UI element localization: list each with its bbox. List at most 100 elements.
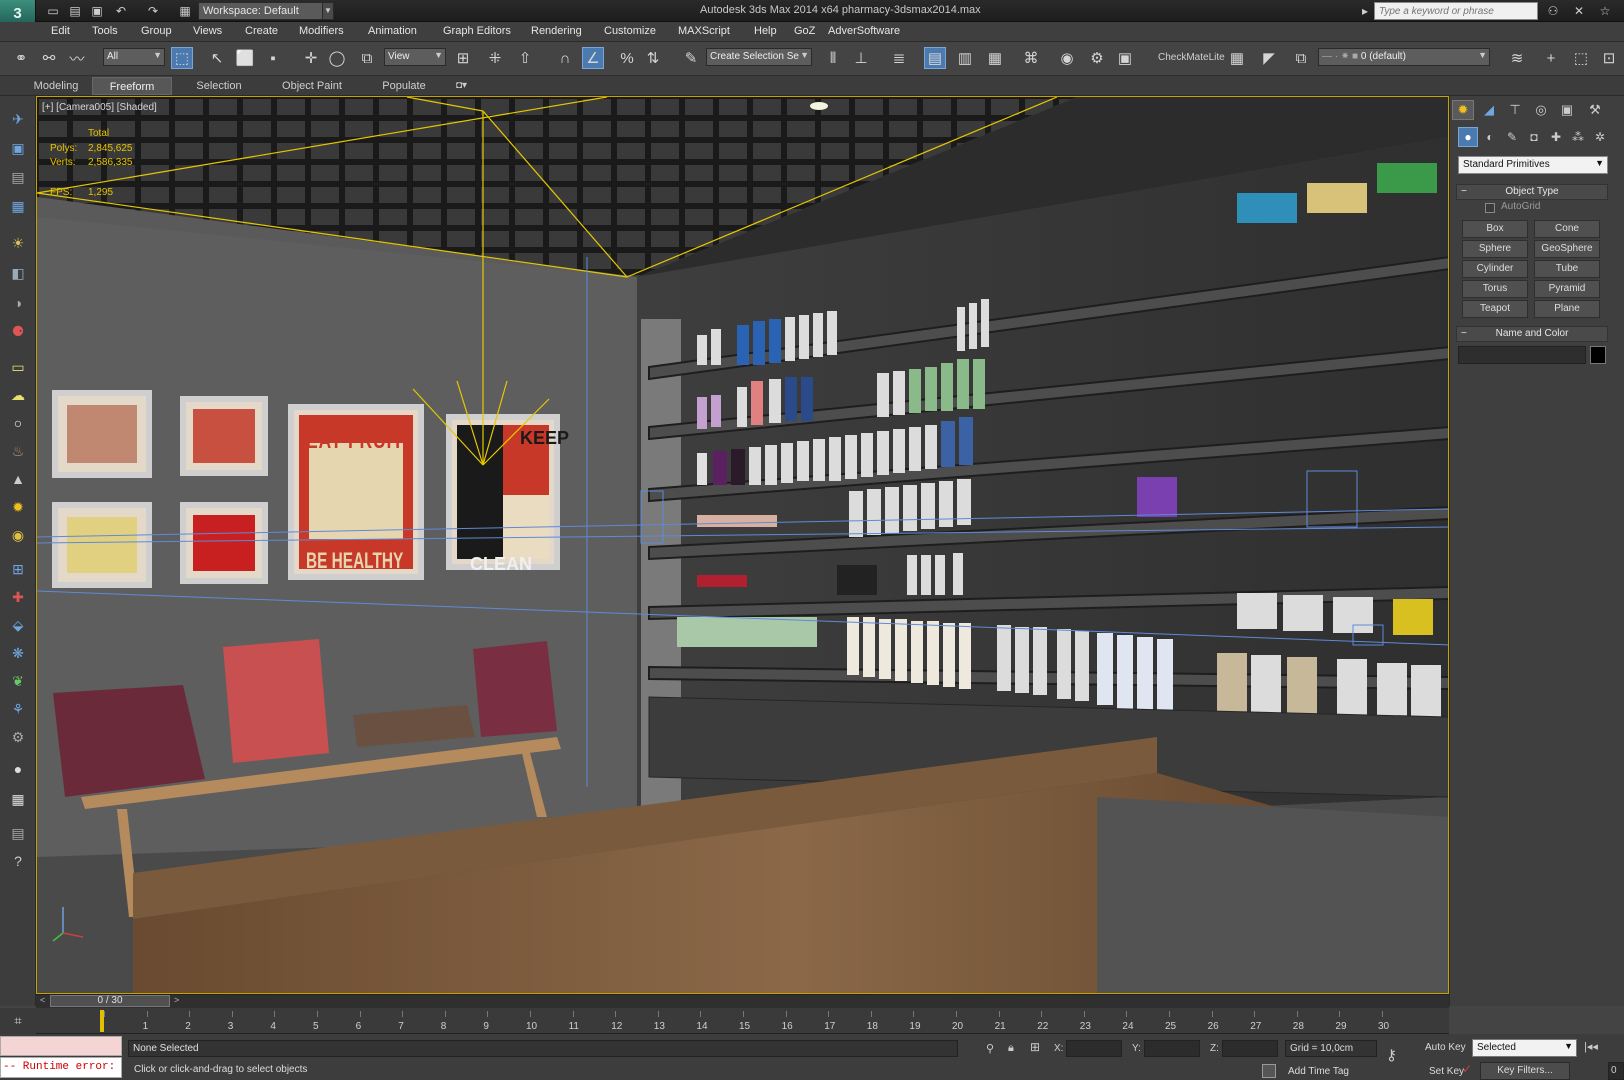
helpers-icon[interactable]: ✚ [1546, 127, 1566, 147]
time-tag-icon[interactable] [1262, 1064, 1276, 1078]
key-filters-button[interactable]: Key Filters... [1480, 1062, 1570, 1080]
box-button[interactable]: Box [1462, 220, 1528, 238]
checkmate-icon[interactable]: ▦ [1226, 47, 1248, 69]
camera-icon[interactable]: ◧ [6, 262, 30, 284]
viewport-icon[interactable]: ▣ [6, 137, 30, 159]
hierarchy-tab-icon[interactable]: ⊤ [1504, 100, 1526, 120]
runtime-error-output[interactable]: -- Runtime error: [0, 1057, 122, 1078]
sphere-button[interactable]: Sphere [1462, 240, 1528, 258]
workspace-dropdown[interactable]: Workspace: Default [198, 2, 328, 20]
select-move-icon[interactable]: ✛ [300, 47, 322, 69]
render-setup-icon[interactable]: ⚙ [1086, 47, 1108, 69]
binoculars-icon[interactable]: ⚇ [1544, 3, 1562, 19]
default-key-icon[interactable]: ✓ [1462, 1062, 1472, 1076]
object-name-input[interactable] [1458, 346, 1586, 364]
window-crossing-icon[interactable]: ▪ [262, 47, 284, 69]
sphere-gold-icon[interactable]: ◉ [6, 524, 30, 546]
bone-icon[interactable]: ✚ [6, 586, 30, 608]
render-frame-icon[interactable]: ▣ [1114, 47, 1136, 69]
menu-rendering[interactable]: Rendering [531, 25, 582, 37]
motion-tab-icon[interactable]: ◎ [1530, 100, 1552, 120]
toggle-scene-explorer-icon[interactable]: ▤ [924, 47, 946, 69]
viewport-label[interactable]: [+] [Camera005] [Shaded] [42, 102, 157, 113]
light-icon[interactable]: ☀ [6, 232, 30, 254]
curve-editor-icon[interactable]: ▦ [984, 47, 1006, 69]
menu-modifiers[interactable]: Modifiers [299, 25, 344, 37]
rotate-view-icon[interactable]: ◑ [6, 292, 30, 314]
rectangular-selection-icon[interactable]: ⬜ [234, 47, 256, 69]
torus-button[interactable]: Torus [1462, 280, 1528, 298]
gear-tool-icon[interactable]: ⚙ [6, 726, 30, 748]
grid-tool-icon[interactable]: ⊞ [6, 558, 30, 580]
save-file-icon[interactable]: ▣ [88, 3, 106, 19]
tab-populate[interactable]: Populate [370, 77, 438, 95]
sculpt-icon[interactable]: ❋ [6, 642, 30, 664]
cone-icon[interactable]: ▲ [6, 468, 30, 490]
help-icon[interactable]: ? [6, 850, 30, 872]
mirror-icon[interactable]: ⫴ [822, 47, 844, 69]
tools-icon[interactable]: ✕ [1570, 3, 1588, 19]
plane-icon[interactable]: ⬙ [6, 614, 30, 636]
cloud-icon[interactable]: ☁ [6, 384, 30, 406]
menu-graph-editors[interactable]: Graph Editors [443, 25, 511, 37]
percent-snap-icon[interactable]: % [616, 47, 638, 69]
plane-button[interactable]: Plane [1534, 300, 1600, 318]
bind-space-warp-icon[interactable]: 〰 [66, 47, 88, 69]
tab-freeform[interactable]: Freeform [92, 77, 172, 95]
display-tab-icon[interactable]: ▣ [1556, 100, 1578, 120]
add-time-tag-button[interactable]: Add Time Tag [1288, 1066, 1349, 1077]
keyboard-shortcut-override-icon[interactable]: ⇧ [514, 47, 536, 69]
material-editor-icon[interactable]: ◉ [1056, 47, 1078, 69]
select-layer-icon[interactable]: ⊡ [1598, 47, 1620, 69]
menu-help[interactable]: Help [754, 25, 777, 37]
key-mode-dropdown[interactable]: Selected ▼ [1472, 1039, 1577, 1057]
selection-filter-dropdown[interactable]: All ▼ [103, 48, 165, 66]
snow-sphere-icon[interactable]: ● [6, 758, 30, 780]
current-frame-input[interactable]: 0 [1608, 1062, 1624, 1080]
auto-key-button[interactable]: Auto Key [1425, 1042, 1466, 1053]
project-folder-icon[interactable]: ▦ [176, 3, 194, 19]
select-by-name-icon[interactable]: ↖ [206, 47, 228, 69]
geosphere-button[interactable]: GeoSphere [1534, 240, 1600, 258]
set-key-icon[interactable]: ⚷ [1386, 1046, 1397, 1064]
script-icon[interactable]: ▤ [6, 822, 30, 844]
select-manipulate-icon[interactable]: ⁜ [484, 47, 506, 69]
cameras-icon[interactable]: ◘ [1524, 127, 1544, 147]
utilities-tab-icon[interactable]: ⚒ [1584, 100, 1606, 120]
tube-button[interactable]: Tube [1534, 260, 1600, 278]
render-icon[interactable]: ⚈ [6, 320, 30, 342]
calculator-icon[interactable]: ▦ [6, 788, 30, 810]
modify-tab-icon[interactable]: ◢ [1478, 100, 1500, 120]
pyramid-button[interactable]: Pyramid [1534, 280, 1600, 298]
open-file-icon[interactable]: ▤ [66, 3, 84, 19]
menu-goz[interactable]: GoZ [794, 25, 815, 37]
menu-maxscript[interactable]: MAXScript [678, 25, 730, 37]
redo-icon[interactable]: ↷ [144, 3, 162, 19]
spinner-snap-icon[interactable]: ⇅ [642, 47, 664, 69]
align-icon[interactable]: ⊥ [850, 47, 872, 69]
unlink-icon[interactable]: ⚯ [38, 47, 60, 69]
pick-icon[interactable]: ◤ [1258, 47, 1280, 69]
time-slider-knob[interactable]: 0 / 30 [50, 995, 170, 1007]
select-and-link-icon[interactable]: ⚭ [10, 47, 32, 69]
grid-icon[interactable]: ▦ [6, 195, 30, 217]
expand-icon[interactable]: ▸ [1356, 3, 1374, 19]
teapot-button[interactable]: Teapot [1462, 300, 1528, 318]
name-and-color-rollout[interactable]: − Name and Color [1456, 326, 1608, 342]
y-coordinate-input[interactable] [1144, 1040, 1200, 1057]
cone-button[interactable]: Cone [1534, 220, 1600, 238]
ribbon-options-icon[interactable]: ◘▾ [456, 80, 467, 91]
x-coordinate-input[interactable] [1066, 1040, 1122, 1057]
time-slider-track[interactable] [36, 994, 1449, 1008]
sphere-icon[interactable]: ○ [6, 412, 30, 434]
menu-views[interactable]: Views [193, 25, 222, 37]
time-slider-next-icon[interactable]: > [174, 995, 179, 1005]
systems-icon[interactable]: ✲ [1590, 127, 1610, 147]
create-layer-icon[interactable]: + [1540, 47, 1562, 69]
camera-viewport[interactable] [36, 96, 1449, 994]
lock-selection-icon[interactable]: 🔒︎ [1008, 1042, 1014, 1055]
layer-manager-icon[interactable]: ⧉ [1290, 47, 1312, 69]
document-icon[interactable]: ▤ [6, 166, 30, 188]
reference-coordinate-dropdown[interactable]: View ▼ [384, 48, 446, 66]
layer-properties-icon[interactable]: ≋ [1506, 47, 1528, 69]
